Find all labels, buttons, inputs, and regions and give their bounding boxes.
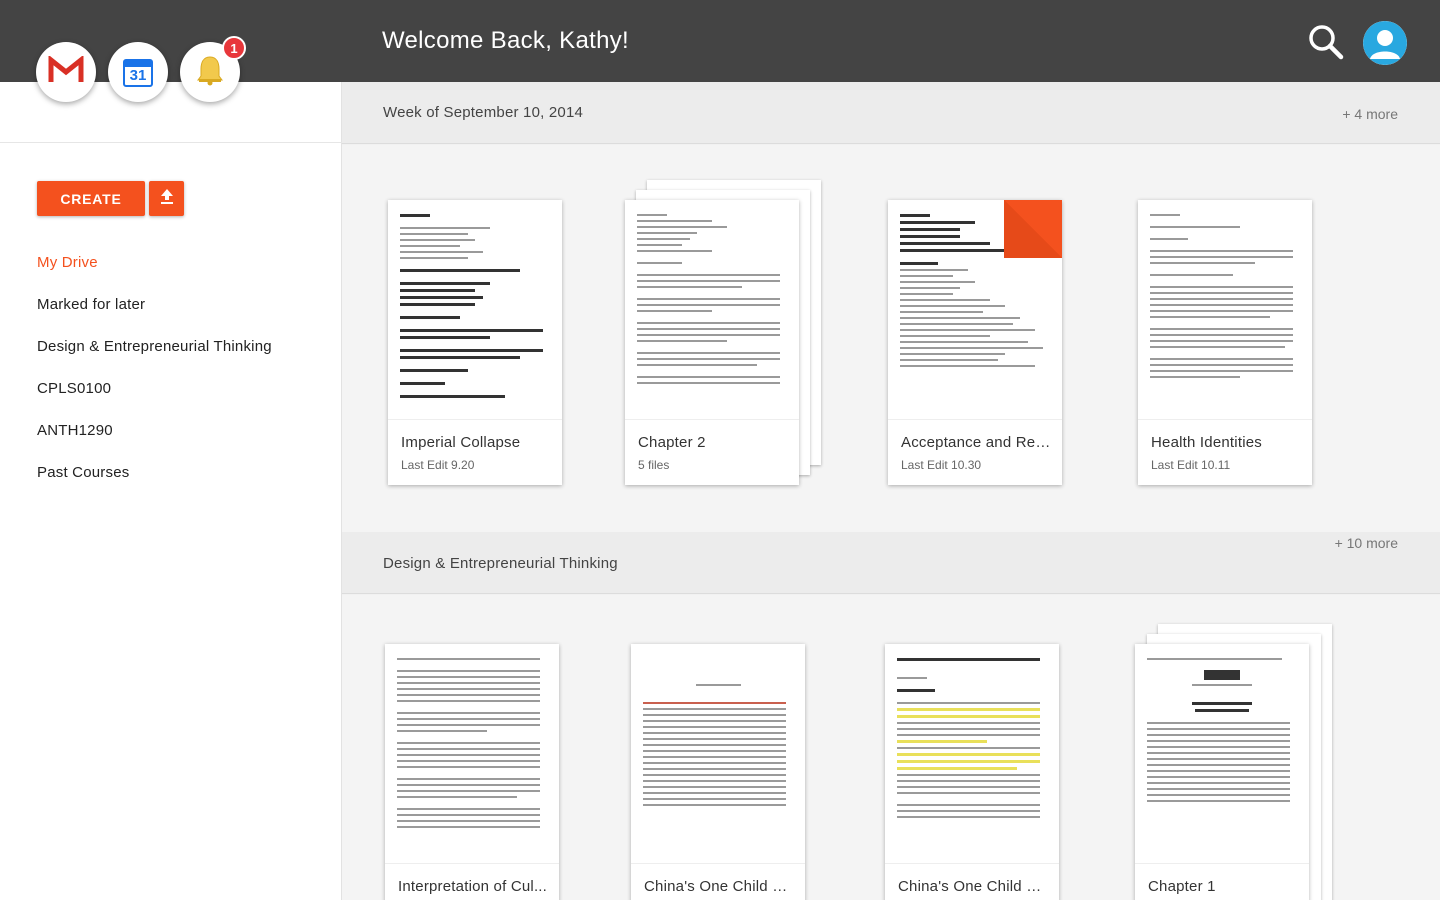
folder-name: Chapter 1 [1148, 878, 1216, 895]
section-header-design: Design & Entrepreneurial Thinking + 10 m… [342, 532, 1440, 594]
search-icon[interactable] [1306, 22, 1346, 62]
file-card[interactable]: Interpretation of Cul... [385, 644, 559, 900]
file-card[interactable]: Health Identities Last Edit 10.11 [1138, 200, 1312, 485]
sidebar-item-cpls0100[interactable]: CPLS0100 [37, 380, 272, 422]
sidebar-item-my-drive[interactable]: My Drive [37, 254, 272, 296]
section-body-design: Interpretation of Cul... China's One Chi… [342, 595, 1440, 900]
calendar-app-button[interactable]: 31 [108, 42, 168, 102]
gmail-icon [48, 54, 84, 89]
sidebar-divider [0, 142, 342, 143]
calendar-date: 31 [129, 67, 147, 84]
bell-icon [195, 54, 225, 91]
shared-corner-marker [1004, 200, 1062, 258]
folder-card[interactable]: Chapter 1 [1135, 644, 1309, 900]
gmail-app-button[interactable] [36, 42, 96, 102]
more-link[interactable]: + 10 more [1335, 535, 1398, 551]
welcome-message: Welcome Back, Kathy! [382, 27, 629, 54]
sidebar-item-marked-for-later[interactable]: Marked for later [37, 296, 272, 338]
file-name: China's One Child Po... [644, 878, 796, 895]
document-preview [625, 200, 799, 420]
upload-button[interactable] [149, 181, 184, 216]
file-name: Imperial Collapse [401, 434, 521, 451]
document-preview [631, 644, 805, 864]
more-link[interactable]: + 4 more [1342, 106, 1398, 122]
file-card[interactable]: China's One Child Po... [885, 644, 1059, 900]
sidebar-item-past-courses[interactable]: Past Courses [37, 464, 272, 506]
file-name: Health Identities [1151, 434, 1262, 451]
sidebar-item-design-entrepreneurial-thinking[interactable]: Design & Entrepreneurial Thinking [37, 338, 272, 380]
notification-badge: 1 [222, 36, 246, 60]
calendar-icon: 31 [123, 57, 153, 87]
file-card[interactable]: Acceptance and Reje... Last Edit 10.30 [888, 200, 1062, 485]
upload-icon [158, 187, 176, 210]
file-card[interactable]: China's One Child Po... [631, 644, 805, 900]
section-body-week: Imperial Collapse Last Edit 9.20 Chapter… [342, 145, 1440, 532]
document-preview [888, 200, 1062, 420]
sidebar-nav: My Drive Marked for later Design & Entre… [37, 254, 272, 506]
document-preview [1138, 200, 1312, 420]
file-name: China's One Child Po... [898, 878, 1050, 895]
sidebar-item-anth1290[interactable]: ANTH1290 [37, 422, 272, 464]
sidebar: CREATE My Drive Marked for later Design … [0, 82, 342, 900]
create-button[interactable]: CREATE [37, 181, 145, 216]
folder-name: Chapter 2 [638, 434, 706, 451]
file-meta: Last Edit 10.30 [901, 458, 982, 472]
section-header-week: Week of September 10, 2014 + 4 more [342, 82, 1440, 144]
file-meta: Last Edit 9.20 [401, 458, 475, 472]
folder-meta: 5 files [638, 458, 670, 472]
file-meta: Last Edit 10.11 [1151, 458, 1231, 472]
file-name: Acceptance and Reje... [901, 434, 1053, 451]
section-title: Week of September 10, 2014 [383, 104, 584, 121]
folder-card[interactable]: Chapter 2 5 files [625, 200, 799, 485]
section-title: Design & Entrepreneurial Thinking [383, 555, 618, 572]
user-avatar[interactable] [1363, 21, 1407, 65]
document-preview [1135, 644, 1309, 864]
notifications-app-button[interactable]: 1 [180, 36, 246, 102]
file-name: Interpretation of Cul... [398, 878, 548, 895]
file-card[interactable]: Imperial Collapse Last Edit 9.20 [388, 200, 562, 485]
document-preview [885, 644, 1059, 864]
document-preview [385, 644, 559, 864]
document-preview [388, 200, 562, 420]
